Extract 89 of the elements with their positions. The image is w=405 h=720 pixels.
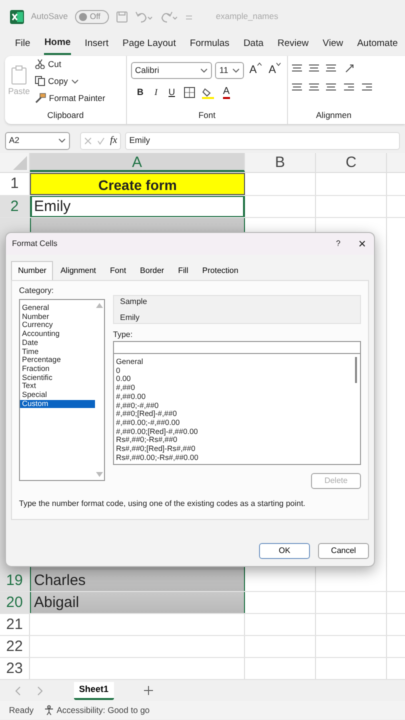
- ribbon-tab[interactable]: View: [322, 34, 344, 54]
- ok-button[interactable]: OK: [259, 543, 310, 559]
- caret-icon: [232, 67, 240, 74]
- scroll-down-icon[interactable]: [96, 472, 103, 477]
- help-button[interactable]: ?: [336, 238, 340, 250]
- column-header[interactable]: A: [30, 153, 245, 172]
- font-size-field[interactable]: 11: [215, 62, 244, 79]
- underline-button[interactable]: U: [166, 86, 177, 100]
- clipboard-icon: [11, 64, 27, 85]
- select-all-icon[interactable]: [13, 156, 27, 170]
- row-number[interactable]: 23: [0, 658, 30, 679]
- caret-icon: [58, 137, 66, 144]
- dialog-tab[interactable]: Protection: [195, 261, 246, 280]
- table-cell: Charles: [30, 570, 245, 591]
- font-color-button[interactable]: A: [221, 86, 232, 100]
- previous-sheet-icon[interactable]: [14, 686, 22, 696]
- add-sheet-icon[interactable]: [144, 686, 153, 695]
- save-icon[interactable]: [116, 10, 128, 22]
- check-icon[interactable]: [97, 136, 105, 144]
- group-label: Alignmen: [316, 109, 352, 122]
- group-label: Font: [197, 109, 216, 122]
- table-cell: Emily: [30, 196, 245, 217]
- row-number[interactable]: 20: [0, 592, 30, 613]
- table-cell: Create form: [30, 173, 245, 195]
- row-number[interactable]: 21: [0, 614, 30, 635]
- ribbon-tab[interactable]: Review: [278, 34, 309, 54]
- align-icon: [292, 64, 338, 72]
- ribbon-tab[interactable]: Page Layout: [122, 34, 176, 54]
- close-button[interactable]: ×: [358, 234, 366, 254]
- row-number[interactable]: 19: [0, 570, 30, 591]
- redo-icon[interactable]: [160, 10, 178, 22]
- paintbrush-icon: [35, 92, 46, 103]
- accessibility-icon[interactable]: [44, 705, 54, 715]
- align-icon: [292, 83, 338, 91]
- ribbon-tab[interactable]: Formulas: [190, 34, 230, 54]
- format-painter-button[interactable]: Format Painter: [35, 92, 106, 104]
- dialog-tab[interactable]: Font: [103, 261, 134, 280]
- font-name-field[interactable]: Calibri: [131, 62, 212, 79]
- cancel-icon[interactable]: [84, 136, 92, 144]
- borders-icon[interactable]: [184, 87, 195, 98]
- ribbon-tab[interactable]: File: [15, 34, 30, 54]
- indent-icon: [344, 83, 372, 91]
- description-text: Type the number format code, using one of the existing codes as a starting point.: [19, 498, 306, 510]
- shrink-font-button[interactable]: A: [266, 62, 283, 79]
- app-logo-icon: [10, 10, 24, 24]
- cut-button[interactable]: Cut: [35, 58, 106, 71]
- copy-button[interactable]: Copy: [35, 74, 106, 88]
- scroll-up-icon[interactable]: [96, 303, 103, 308]
- sheet-tab[interactable]: Sheet1: [74, 682, 114, 700]
- insert-function-button[interactable]: fx: [110, 133, 118, 148]
- table-cell: Abigail: [30, 592, 245, 613]
- autosave-label: AutoSave: [31, 10, 68, 23]
- sample-label: Sample: [120, 296, 148, 308]
- next-sheet-icon[interactable]: [36, 686, 44, 696]
- italic-button[interactable]: I: [152, 86, 160, 100]
- customize-icon[interactable]: [184, 12, 193, 20]
- cancel-button[interactable]: Cancel: [318, 543, 369, 559]
- ribbon-tab[interactable]: Data: [243, 34, 264, 54]
- row-number[interactable]: 2: [0, 196, 30, 217]
- bold-button[interactable]: B: [135, 86, 146, 100]
- dialog-tab[interactable]: Border: [133, 261, 172, 280]
- accessibility-status[interactable]: Accessibility: Good to go: [56, 704, 150, 716]
- ribbon-tab[interactable]: Automate: [357, 34, 398, 54]
- column-header[interactable]: B: [245, 153, 316, 172]
- type-field[interactable]: [113, 341, 361, 354]
- undo-icon[interactable]: [134, 10, 153, 22]
- grow-font-button[interactable]: A: [247, 62, 264, 79]
- dialog-tab[interactable]: Number: [11, 261, 54, 280]
- caret-icon: [276, 62, 281, 66]
- caret-icon: [70, 78, 79, 85]
- type-label: Type:: [113, 329, 134, 341]
- formula-field[interactable]: Emily: [125, 132, 400, 150]
- category-label: Category:: [19, 285, 55, 297]
- scissors-icon: [35, 59, 45, 70]
- status-text: Ready: [9, 704, 34, 716]
- ribbon-tab[interactable]: Insert: [84, 34, 108, 54]
- caret-icon: [256, 62, 262, 66]
- row-number[interactable]: 22: [0, 636, 30, 657]
- column-header[interactable]: C: [316, 153, 387, 172]
- sample-value: Emily: [120, 312, 141, 324]
- dialog-tab[interactable]: Fill: [171, 261, 196, 280]
- copy-icon: [35, 76, 45, 86]
- caret-icon: [200, 67, 208, 74]
- dialog-tab[interactable]: Alignment: [53, 261, 104, 280]
- name-box[interactable]: A2: [5, 132, 70, 150]
- scrollbar-thumb-icon[interactable]: [354, 357, 356, 383]
- dialog-title: Format Cells: [12, 238, 58, 250]
- group-label: Clipboard: [46, 109, 85, 122]
- fill-color-icon[interactable]: [202, 86, 214, 99]
